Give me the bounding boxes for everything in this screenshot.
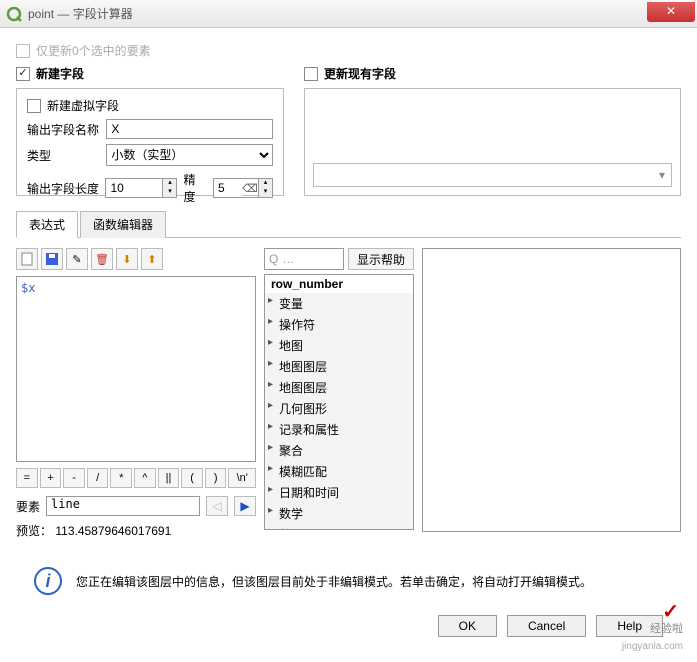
preview-label: 预览： [16, 524, 52, 538]
tree-item[interactable]: 地图图层 [265, 356, 413, 377]
show-help-button[interactable]: 显示帮助 [348, 248, 414, 270]
type-label: 类型 [27, 147, 106, 164]
tree-item[interactable]: 聚合 [265, 440, 413, 461]
tree-item[interactable]: 日期和时间 [265, 482, 413, 503]
virtual-field-label: 新建虚拟字段 [47, 97, 119, 114]
tree-item[interactable]: 变量 [265, 293, 413, 314]
watermark-url: jingyanla.com [622, 641, 683, 652]
title-bar: point — 字段计算器 ✕ [0, 0, 697, 28]
tree-item[interactable]: row_number [265, 275, 413, 293]
only-update-label: 仅更新0个选中的要素 [36, 42, 151, 59]
chevron-down-icon[interactable]: ▾ [258, 188, 272, 197]
tree-item[interactable]: 模糊匹配 [265, 461, 413, 482]
only-update-checkbox [16, 44, 30, 58]
new-file-icon[interactable] [16, 248, 38, 270]
function-tree[interactable]: row_number 变量 操作符 地图 地图图层 地图图层 几何图形 记录和属… [264, 274, 414, 530]
op-lparen[interactable]: ( [181, 468, 203, 488]
update-existing-label: 更新现有字段 [324, 65, 396, 82]
op-pow[interactable]: ^ [134, 468, 156, 488]
tree-item[interactable]: 地图图层 [265, 377, 413, 398]
tree-item[interactable]: 地图 [265, 335, 413, 356]
op-plus[interactable]: + [40, 468, 62, 488]
tab-function-editor[interactable]: 函数编辑器 [80, 211, 166, 238]
info-icon: i [34, 567, 62, 595]
edit-icon[interactable]: ✎ [66, 248, 88, 270]
op-eq[interactable]: = [16, 468, 38, 488]
length-spinner[interactable]: ▴▾ [105, 178, 177, 198]
cancel-button[interactable]: Cancel [507, 615, 586, 637]
tree-item[interactable]: 数学 [265, 503, 413, 524]
field-dropdown[interactable]: ▾ [313, 163, 672, 187]
type-select[interactable]: 小数（实型） [106, 144, 273, 166]
info-text: 您正在编辑该图层中的信息，但该图层目前处于非编辑模式。若单击确定，将自动打开编辑… [76, 573, 592, 590]
virtual-field-checkbox[interactable] [27, 99, 41, 113]
watermark-text: 经验啦 [650, 620, 683, 636]
tree-item[interactable]: 操作符 [265, 314, 413, 335]
next-feature-button[interactable]: ▶ [234, 496, 256, 516]
import-icon[interactable]: ⬇ [116, 248, 138, 270]
op-concat[interactable]: || [158, 468, 180, 488]
prev-feature-button[interactable]: ◁ [206, 496, 228, 516]
precision-spinner[interactable]: ⌫ ▴▾ [213, 178, 273, 198]
op-div[interactable]: / [87, 468, 109, 488]
app-icon [6, 6, 22, 22]
search-icon: Q [269, 252, 278, 266]
output-name-input[interactable] [106, 119, 273, 139]
new-field-checkbox[interactable] [16, 67, 30, 81]
op-minus[interactable]: - [63, 468, 85, 488]
close-button[interactable]: ✕ [647, 2, 695, 22]
op-rparen[interactable]: ) [205, 468, 227, 488]
output-name-label: 输出字段名称 [27, 121, 106, 138]
feature-select[interactable]: line [46, 496, 200, 516]
tab-bar: 表达式 函数编辑器 [16, 210, 681, 238]
tree-item[interactable]: 几何图形 [265, 398, 413, 419]
new-field-panel: 新建虚拟字段 输出字段名称 类型 小数（实型） 输出字段长度 ▴▾ 精度 [16, 88, 284, 196]
op-mul[interactable]: * [110, 468, 132, 488]
precision-label: 精度 [183, 171, 207, 205]
tree-item[interactable]: 数组 [265, 524, 413, 530]
new-field-label: 新建字段 [36, 65, 84, 82]
feature-label: 要素 [16, 498, 40, 515]
search-input[interactable]: Q … [264, 248, 344, 270]
update-existing-checkbox[interactable] [304, 67, 318, 81]
expression-toolbar: ✎ 🗑 ⬇ ⬆ [16, 248, 256, 270]
tree-item[interactable]: 记录和属性 [265, 419, 413, 440]
help-panel [422, 248, 681, 532]
chevron-down-icon[interactable]: ▾ [162, 188, 176, 197]
op-newline[interactable]: \n' [228, 468, 256, 488]
expression-editor[interactable]: $x [16, 276, 256, 462]
operator-row: = + - / * ^ || ( ) \n' [16, 468, 256, 488]
clear-icon[interactable]: ⌫ [242, 182, 258, 195]
delete-icon[interactable]: 🗑 [91, 248, 113, 270]
preview-value: 113.45879646017691 [55, 524, 171, 538]
length-label: 输出字段长度 [27, 180, 105, 197]
window-title: point — 字段计算器 [28, 5, 133, 22]
save-icon[interactable] [41, 248, 63, 270]
tab-expression[interactable]: 表达式 [16, 211, 78, 238]
update-field-panel: ▾ [304, 88, 681, 196]
chevron-up-icon[interactable]: ▴ [162, 179, 176, 188]
export-icon[interactable]: ⬆ [141, 248, 163, 270]
chevron-up-icon[interactable]: ▴ [258, 179, 272, 188]
ok-button[interactable]: OK [438, 615, 497, 637]
